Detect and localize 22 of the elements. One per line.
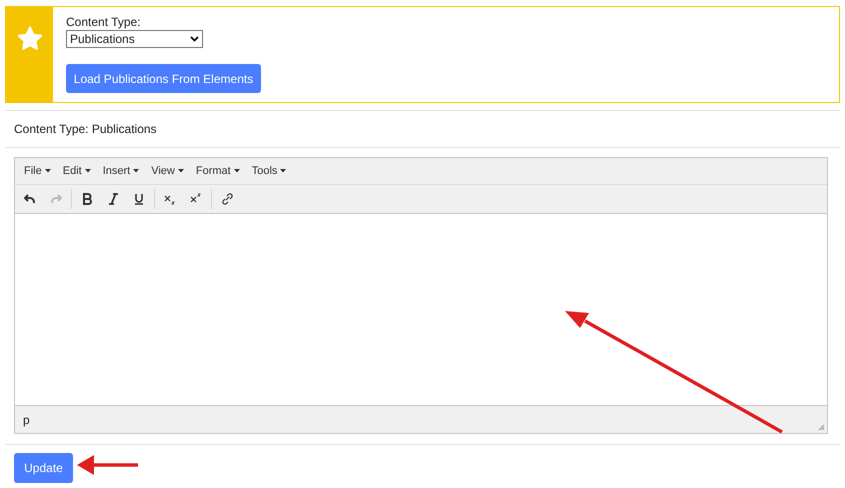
menu-item[interactable]: Edit: [58, 162, 96, 180]
menu-item[interactable]: Format: [190, 162, 245, 180]
annotation-arrow: [76, 454, 140, 476]
element-path: p: [23, 412, 30, 428]
caret-icon: [133, 169, 140, 173]
chevron-down-icon: [190, 36, 199, 42]
menu-item[interactable]: Tools: [246, 162, 292, 180]
menu-item[interactable]: View: [146, 162, 189, 180]
content-type-text: Content Type: Publications: [14, 121, 157, 138]
update-button[interactable]: Update: [14, 453, 73, 483]
content-type-select[interactable]: Publications: [66, 30, 203, 48]
caret-icon: [234, 169, 240, 173]
resize-handle-icon[interactable]: [818, 424, 825, 431]
caret-icon: [84, 169, 91, 173]
field-label: Content Type:: [66, 15, 142, 30]
star-icon: [16, 26, 42, 51]
caret-icon: [44, 169, 51, 173]
caret-icon: [178, 169, 184, 173]
menu-item[interactable]: Insert: [98, 162, 144, 180]
load-button[interactable]: Load Publications From Elements: [66, 64, 261, 93]
caret-icon: [280, 169, 286, 173]
menu-item[interactable]: File: [19, 162, 56, 180]
